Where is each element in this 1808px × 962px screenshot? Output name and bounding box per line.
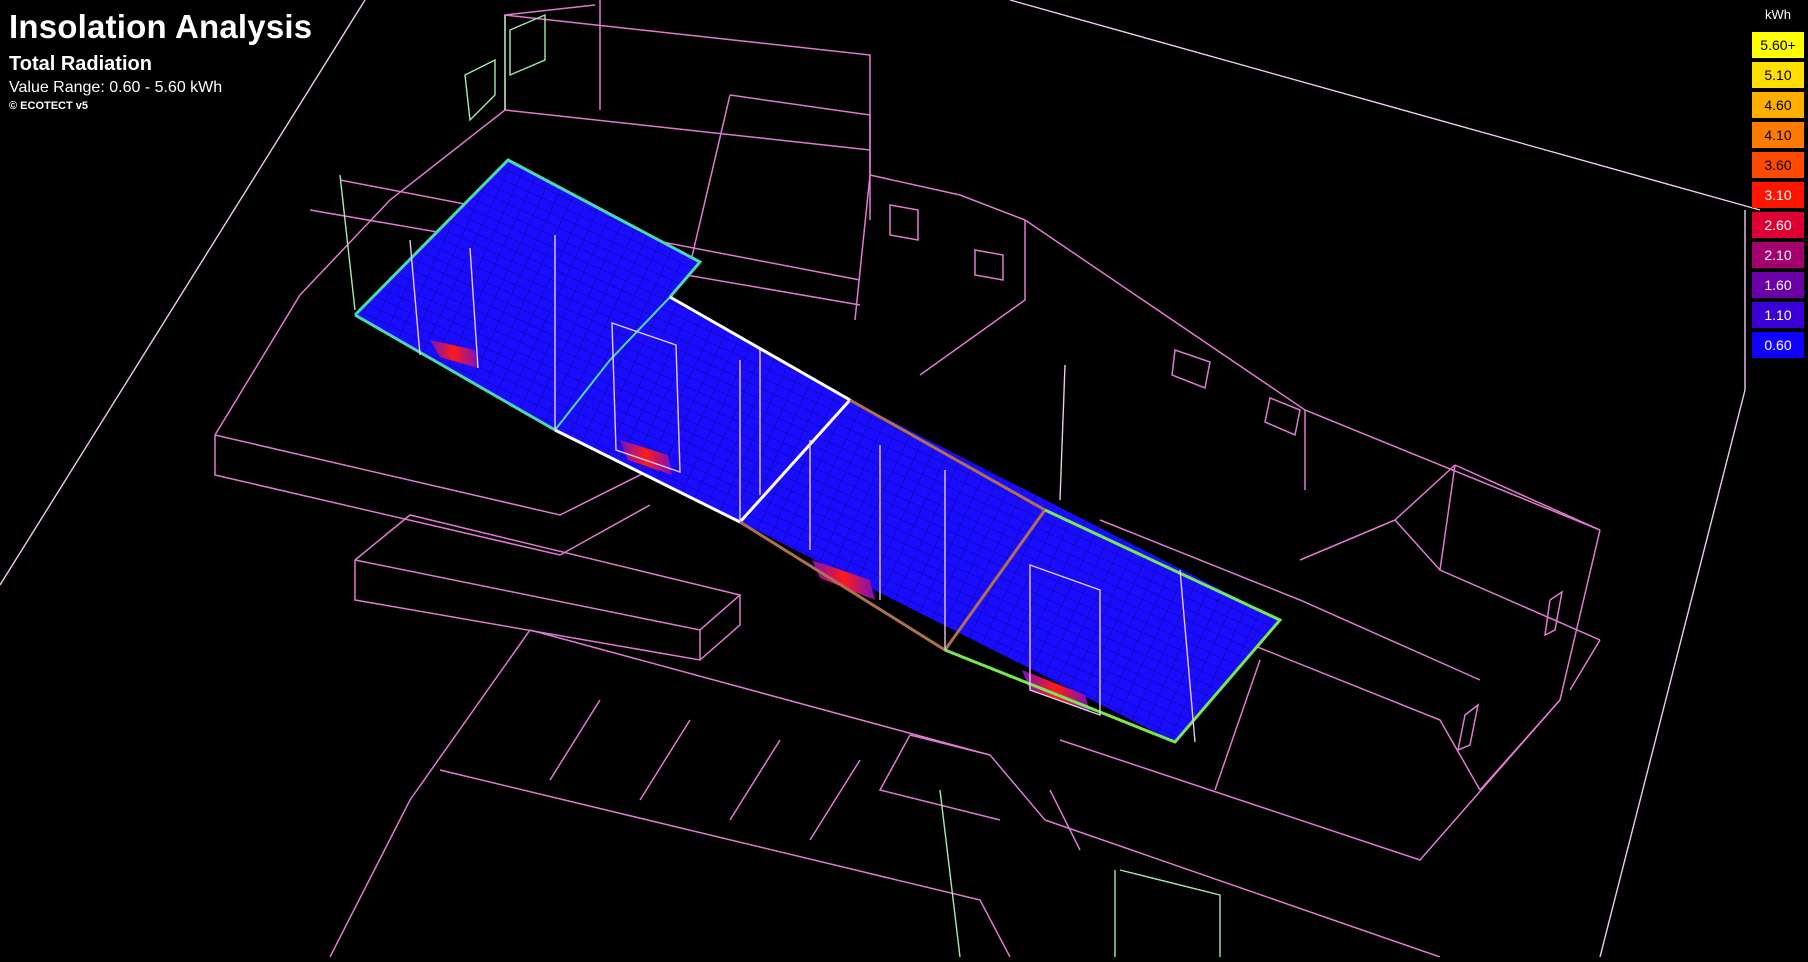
legend-swatch: 1.60 xyxy=(1752,272,1804,298)
model-viewport[interactable] xyxy=(0,0,1808,958)
legend-swatch: 1.10 xyxy=(1752,302,1804,328)
software-credit: © ECOTECT v5 xyxy=(9,100,89,112)
legend-unit-label: kWh xyxy=(1765,7,1791,22)
analysis-subtitle: Total Radiation xyxy=(9,53,152,75)
legend-swatch: 2.10 xyxy=(1752,242,1804,268)
legend-swatch: 3.60 xyxy=(1752,152,1804,178)
legend-swatch: 0.60 xyxy=(1752,332,1804,358)
legend-swatch: 2.60 xyxy=(1752,212,1804,238)
analysis-title-block: Insolation Analysis Total Radiation Valu… xyxy=(9,8,312,113)
legend-swatch: 5.60+ xyxy=(1752,32,1804,58)
legend-swatch: 5.10 xyxy=(1752,62,1804,88)
color-scale-legend: kWh 5.60+ 5.10 4.60 4.10 3.60 3.10 2.60 2.10 1.6… xyxy=(1752,6,1804,358)
legend-swatch: 3.10 xyxy=(1752,182,1804,208)
legend-swatch: 4.60 xyxy=(1752,92,1804,118)
analysis-grid xyxy=(355,160,1280,742)
model-canvas xyxy=(0,0,1761,958)
analysis-title: Insolation Analysis xyxy=(9,8,313,45)
legend-items: 5.60+ 5.10 4.60 4.10 3.60 3.10 2.60 2.10 1.60 1.1… xyxy=(1752,32,1804,358)
value-range-label: Value Range: 0.60 - 5.60 kWh xyxy=(9,79,223,96)
legend-swatch: 4.10 xyxy=(1752,122,1804,148)
